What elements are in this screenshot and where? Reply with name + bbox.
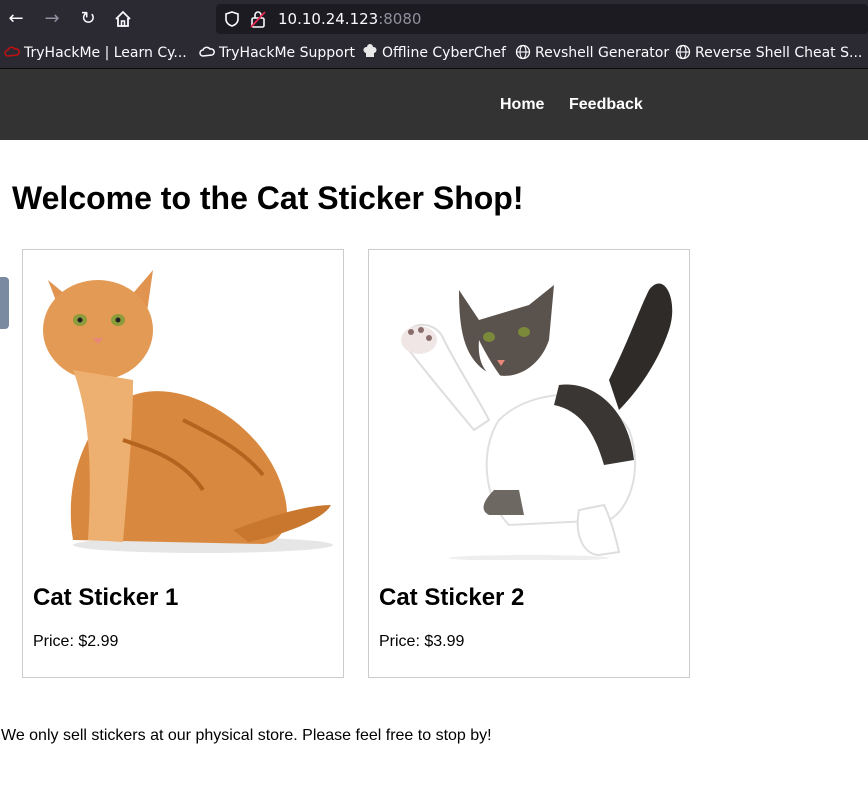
nav-home-link[interactable]: Home	[500, 96, 544, 114]
bookmark-tryhackme-support[interactable]: TryHackMe Support	[199, 38, 355, 68]
forward-arrow-icon[interactable]: →	[40, 7, 64, 31]
url-bar[interactable]: 10.10.24.123:8080	[216, 4, 868, 34]
nav-feedback-link[interactable]: Feedback	[569, 96, 643, 114]
shield-icon[interactable]	[224, 11, 240, 27]
tabby-white-cat-image	[379, 260, 679, 560]
cloud-icon	[199, 46, 215, 57]
url-text[interactable]: 10.10.24.123:8080	[278, 10, 421, 28]
tryhackme-cloud-icon	[4, 46, 20, 57]
site-nav: Home Feedback	[0, 69, 868, 140]
home-icon[interactable]	[114, 10, 132, 28]
bookmark-revshell-generator[interactable]: Revshell Generator	[515, 38, 669, 68]
bookmark-label: TryHackMe Support	[219, 45, 355, 61]
product-price: Price: $3.99	[379, 633, 465, 650]
footer-text: We only sell stickers at our physical st…	[1, 727, 492, 744]
back-arrow-icon[interactable]: ←	[4, 7, 28, 31]
bookmark-label: Reverse Shell Cheat S...	[695, 45, 863, 61]
bookmarks-bar: TryHackMe | Learn Cy... TryHackMe Suppor…	[0, 38, 868, 69]
chef-hat-icon	[363, 44, 377, 57]
product-price: Price: $2.99	[33, 633, 119, 650]
product-card: Cat Sticker 2 Price: $3.99	[368, 249, 690, 678]
product-name: Cat Sticker 2	[379, 584, 525, 611]
bookmark-tryhackme[interactable]: TryHackMe | Learn Cy...	[4, 38, 187, 68]
bookmark-reverse-shell-cheat-sheet[interactable]: Reverse Shell Cheat S...	[675, 38, 862, 68]
product-card: Cat Sticker 1 Price: $2.99	[22, 249, 344, 678]
url-port: :8080	[378, 10, 422, 28]
bookmark-label: Offline CyberChef	[382, 45, 506, 61]
reload-icon[interactable]: ↻	[76, 7, 100, 31]
bookmark-label: TryHackMe | Learn Cy...	[24, 45, 187, 61]
insecure-lock-icon[interactable]	[250, 10, 266, 28]
bookmark-offline-cyberchef[interactable]: Offline CyberChef	[362, 38, 506, 68]
url-host: 10.10.24.123	[278, 10, 379, 28]
page-title: Welcome to the Cat Sticker Shop!	[12, 180, 524, 216]
sidebar-handle[interactable]	[0, 277, 9, 329]
browser-toolbar: ← → ↻ 10.10.24.123:8080	[0, 0, 868, 38]
orange-cat-image	[33, 260, 333, 560]
globe-icon	[675, 44, 691, 60]
bookmark-label: Revshell Generator	[535, 45, 670, 61]
product-name: Cat Sticker 1	[33, 584, 179, 611]
globe-icon	[515, 44, 531, 60]
